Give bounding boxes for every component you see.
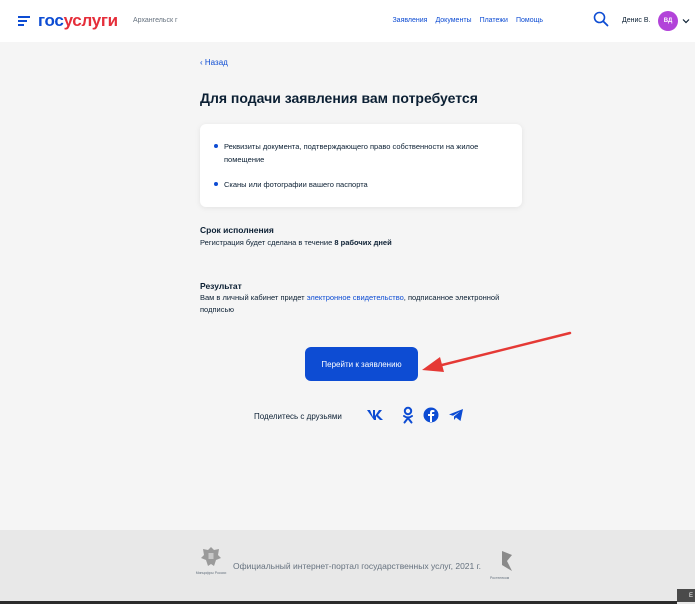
go-to-application-button[interactable]: Перейти к заявлению bbox=[305, 347, 418, 381]
search-icon[interactable] bbox=[593, 11, 609, 27]
region-selector[interactable]: Архангельск г bbox=[133, 17, 178, 24]
avatar[interactable]: ВД bbox=[658, 11, 678, 31]
corner-widget[interactable]: E bbox=[677, 589, 695, 602]
rostelecom-logo-icon bbox=[502, 551, 512, 571]
requirements-card: Реквизиты документа, подтверждающего пра… bbox=[200, 124, 522, 207]
red-arrow-annotation bbox=[422, 331, 572, 372]
footer-text: Официальный интернет-портал государствен… bbox=[233, 561, 482, 571]
nav-payments[interactable]: Платежи bbox=[480, 17, 508, 24]
result-text: Вам в личный кабинет придет электронное … bbox=[200, 293, 500, 314]
vk-icon[interactable] bbox=[366, 405, 384, 425]
russian-emblem-icon bbox=[201, 547, 221, 566]
facebook-icon[interactable] bbox=[422, 405, 440, 425]
nav-applications[interactable]: Заявления bbox=[392, 17, 427, 24]
requirement-item: Реквизиты документа, подтверждающего пра… bbox=[214, 140, 514, 166]
chevron-down-icon[interactable] bbox=[682, 17, 690, 25]
term-text: Регистрация будет сделана в течение 8 ра… bbox=[200, 238, 392, 247]
partner-caption: Ростелеком bbox=[490, 576, 510, 580]
requirement-item: Сканы или фотографии вашего паспорта bbox=[214, 178, 514, 191]
result-title: Результат bbox=[200, 281, 242, 291]
menu-icon[interactable] bbox=[18, 16, 30, 26]
back-link[interactable]: ‹ Назад bbox=[200, 58, 228, 67]
nav-documents[interactable]: Документы bbox=[435, 17, 471, 24]
emblem-caption: Минцифры России bbox=[195, 571, 227, 575]
telegram-icon[interactable] bbox=[447, 405, 465, 425]
header: госуслуги Архангельск г Заявления Докуме… bbox=[0, 0, 695, 42]
term-title: Срок исполнения bbox=[200, 225, 274, 235]
top-nav: Заявления Документы Платежи Помощь bbox=[392, 17, 543, 24]
gosuslugi-logo[interactable]: госуслуги bbox=[38, 11, 118, 31]
chevron-left-icon: ‹ bbox=[200, 58, 203, 67]
nav-help[interactable]: Помощь bbox=[516, 17, 543, 24]
certificate-link[interactable]: электронное свидетельство bbox=[307, 293, 404, 302]
odnoklassniki-icon[interactable] bbox=[399, 405, 417, 425]
page-title: Для подачи заявления вам потребуется bbox=[200, 90, 478, 106]
share-label: Поделитесь с друзьями bbox=[254, 412, 342, 421]
corner-glyph: E bbox=[688, 592, 693, 599]
user-name[interactable]: Денис В. bbox=[622, 17, 650, 24]
